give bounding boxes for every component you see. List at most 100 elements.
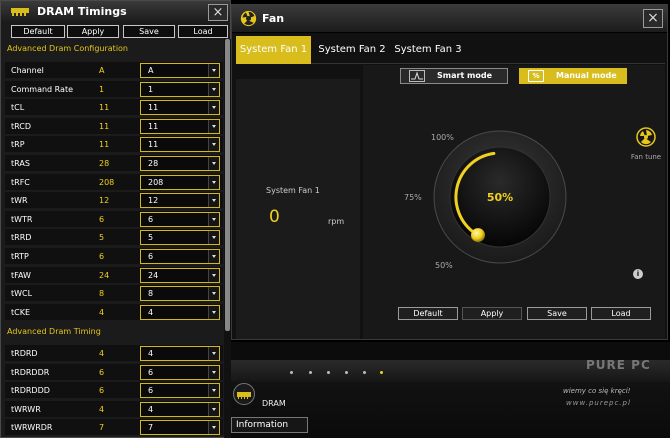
dial-knob-icon[interactable] bbox=[471, 228, 485, 243]
timing-select[interactable]: A bbox=[140, 63, 220, 78]
dial-graphic: 50% bbox=[433, 130, 567, 264]
page-dot[interactable] bbox=[327, 371, 330, 374]
smart-mode-icon bbox=[409, 70, 425, 82]
tab-system-fan-1[interactable]: System Fan 1 bbox=[236, 36, 311, 64]
timing-label: tWTR bbox=[11, 214, 33, 224]
dram-save-button[interactable]: Save bbox=[123, 25, 175, 38]
timing-label: tRP bbox=[11, 140, 25, 150]
smart-mode-button[interactable]: Smart mode bbox=[400, 68, 508, 84]
page-dot[interactable] bbox=[345, 371, 348, 374]
fan-close-button[interactable]: × bbox=[643, 9, 663, 28]
fan-speed-dial[interactable]: 50% bbox=[432, 129, 568, 269]
timing-current-value: 28 bbox=[99, 159, 110, 168]
timing-label: tWRWRDR bbox=[11, 423, 53, 433]
fan-default-button[interactable]: Default bbox=[398, 307, 458, 320]
fan-rpm-value: 0 bbox=[269, 207, 280, 227]
chevron-down-icon bbox=[208, 347, 219, 360]
watermark-name: PURE PC bbox=[586, 358, 651, 372]
timing-select[interactable]: 6 bbox=[140, 364, 220, 380]
timing-select[interactable]: 11 bbox=[140, 100, 220, 116]
timing-select-value: A bbox=[148, 66, 154, 75]
dram-logo-icon bbox=[11, 8, 29, 16]
watermark-slogan: wiemy co się kręci! bbox=[563, 387, 631, 395]
timing-select-value: 4 bbox=[148, 349, 154, 358]
timing-select[interactable]: 28 bbox=[140, 156, 220, 171]
tab-system-fan-2[interactable]: System Fan 2 bbox=[315, 36, 389, 64]
timing-select[interactable]: 8 bbox=[140, 286, 220, 302]
fan-tune-icon bbox=[636, 127, 656, 147]
timing-select-value: 4 bbox=[148, 404, 154, 414]
manual-mode-button[interactable]: % Manual mode bbox=[519, 68, 627, 84]
dram-close-button[interactable]: × bbox=[208, 4, 228, 21]
page-dot[interactable] bbox=[290, 371, 293, 374]
timing-label: tRDRDDD bbox=[11, 386, 50, 396]
timing-select-value: 28 bbox=[148, 159, 159, 168]
timing-select[interactable]: 1 bbox=[140, 81, 220, 97]
dram-timings-window: DRAM Timings × Default Apply Save Load A… bbox=[0, 0, 231, 438]
timing-select-value: 12 bbox=[148, 196, 159, 206]
timing-select[interactable]: 11 bbox=[140, 137, 220, 153]
timing-select[interactable]: 11 bbox=[140, 118, 220, 134]
page-dot[interactable] bbox=[363, 371, 366, 374]
timing-select[interactable]: 7 bbox=[140, 420, 220, 436]
fan-apply-button[interactable]: Apply bbox=[462, 307, 522, 320]
dram-default-button[interactable]: Default bbox=[11, 25, 65, 38]
info-icon[interactable]: i bbox=[633, 269, 643, 279]
timing-select[interactable]: 12 bbox=[140, 193, 220, 209]
dram-apply-button[interactable]: Apply bbox=[67, 25, 119, 38]
chevron-down-icon bbox=[208, 212, 219, 226]
timing-current-value: 24 bbox=[99, 270, 110, 280]
timing-label: tFAW bbox=[11, 270, 31, 280]
watermark-url: www.purepc.pl bbox=[566, 399, 631, 407]
fan-name-label: System Fan 1 bbox=[266, 186, 320, 195]
timing-select-value: 11 bbox=[148, 103, 159, 113]
timing-current-value: 6 bbox=[99, 367, 105, 377]
timing-current-value: 7 bbox=[99, 423, 105, 433]
fan-rpm-unit: rpm bbox=[328, 217, 345, 226]
fan-tab-bar: System Fan 1 System Fan 2 System Fan 3 bbox=[236, 36, 665, 64]
chevron-down-icon bbox=[208, 64, 219, 77]
section-advanced-dram-configuration: Advanced Dram Configuration bbox=[7, 44, 128, 53]
timing-label: tWRWR bbox=[11, 404, 41, 414]
timing-select[interactable]: 6 bbox=[140, 211, 220, 227]
dram-title-bar[interactable]: DRAM Timings × bbox=[1, 1, 230, 23]
timing-select-value: 208 bbox=[148, 177, 164, 187]
timing-current-value: 6 bbox=[99, 386, 105, 396]
timing-select[interactable]: 4 bbox=[140, 346, 220, 361]
timing-select-value: 24 bbox=[148, 270, 159, 280]
timing-current-value: 4 bbox=[99, 307, 105, 317]
timing-select-value: 7 bbox=[148, 423, 154, 433]
timing-select[interactable]: 4 bbox=[140, 304, 220, 320]
timing-select-value: 6 bbox=[148, 252, 154, 261]
timing-current-value: 8 bbox=[99, 289, 105, 299]
page-dot[interactable] bbox=[309, 371, 312, 374]
timing-select[interactable]: 4 bbox=[140, 401, 220, 417]
timing-label: tWCL bbox=[11, 289, 33, 299]
timing-select[interactable]: 6 bbox=[140, 249, 220, 264]
timing-select[interactable]: 24 bbox=[140, 267, 220, 283]
fan-load-button[interactable]: Load bbox=[591, 307, 651, 320]
dram-module-icon[interactable] bbox=[233, 383, 255, 405]
manual-mode-label: Manual mode bbox=[556, 71, 617, 80]
information-bar[interactable]: Information bbox=[231, 417, 308, 433]
fan-logo-icon bbox=[240, 10, 257, 27]
dram-load-button[interactable]: Load bbox=[178, 25, 228, 38]
dram-scrollbar-thumb[interactable] bbox=[225, 39, 230, 331]
fan-window-title: Fan bbox=[262, 12, 285, 25]
fan-tune-button[interactable]: Fan tune bbox=[628, 127, 664, 161]
fan-title-bar[interactable]: Fan × bbox=[232, 5, 667, 33]
timing-select[interactable]: 5 bbox=[140, 230, 220, 246]
fan-tune-label: Fan tune bbox=[630, 153, 662, 161]
fan-window: Fan × System Fan 1 System Fan 2 System F… bbox=[231, 4, 668, 340]
fan-save-button[interactable]: Save bbox=[527, 307, 587, 320]
page-dot-active[interactable] bbox=[380, 371, 383, 374]
timing-select[interactable]: 208 bbox=[140, 174, 220, 190]
timing-label: tRFC bbox=[11, 177, 30, 187]
timing-select[interactable]: 6 bbox=[140, 383, 220, 399]
chevron-down-icon bbox=[208, 287, 219, 301]
chevron-down-icon bbox=[208, 268, 219, 282]
tab-system-fan-3[interactable]: System Fan 3 bbox=[391, 36, 465, 64]
timing-current-value: 1 bbox=[99, 84, 105, 94]
chevron-down-icon bbox=[208, 384, 219, 398]
smart-mode-label: Smart mode bbox=[437, 71, 493, 80]
